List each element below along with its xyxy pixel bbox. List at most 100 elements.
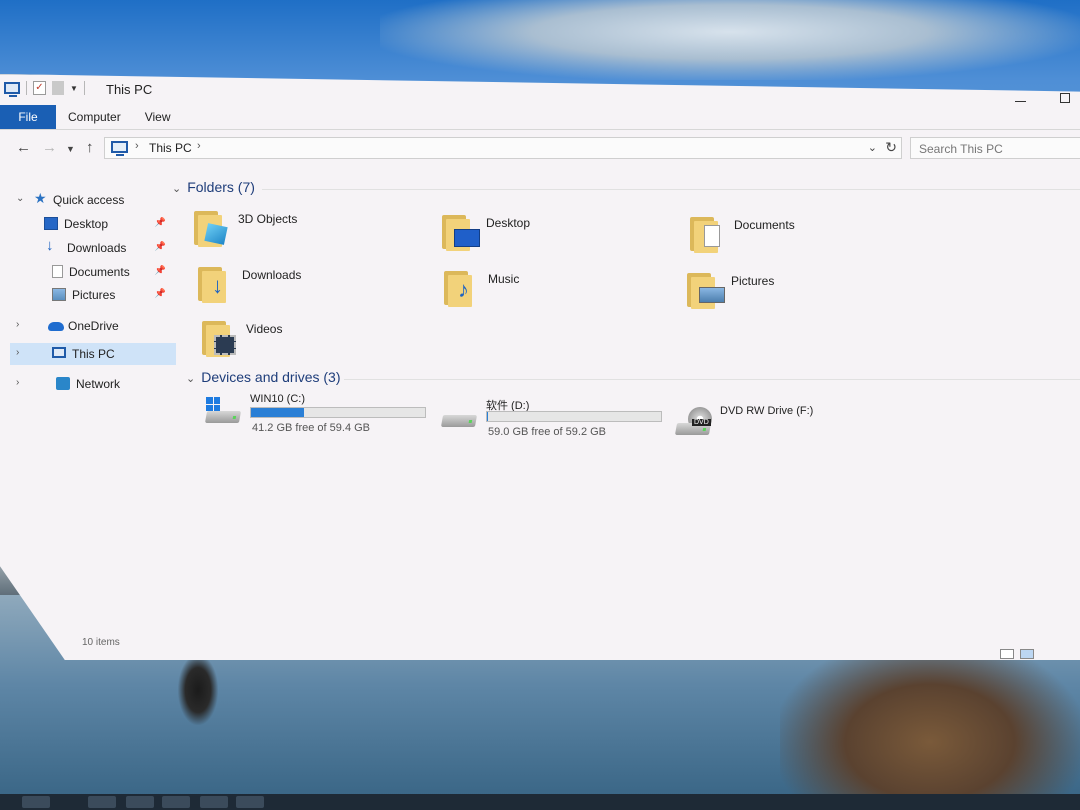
sidebar-item-label: Quick access xyxy=(53,193,125,207)
sidebar-item-downloads[interactable]: ↓ Downloads 📌 xyxy=(10,237,176,259)
pin-icon: 📌 xyxy=(154,265,166,275)
download-arrow-icon: ↓ xyxy=(198,265,230,303)
sidebar-item-label: Downloads xyxy=(67,241,127,255)
quick-access-toolbar: ✓ ▼ xyxy=(4,81,85,97)
folder-name: 3D Objects xyxy=(238,212,298,226)
drive-usage-bar xyxy=(250,407,426,418)
up-arrow-icon[interactable]: ↑ xyxy=(86,139,94,156)
recent-locations-chevron-down-icon[interactable]: ▼ xyxy=(66,144,75,154)
sidebar-item-pictures[interactable]: Pictures 📌 xyxy=(10,284,176,306)
window-controls xyxy=(1015,93,1070,103)
folders-section-title: Folders (7) xyxy=(187,179,255,195)
folder-name: Music xyxy=(488,272,520,286)
taskbar xyxy=(0,794,1080,810)
folder-name: Pictures xyxy=(731,274,775,288)
drive-item-f[interactable]: DVD DVD RW Drive (F:) xyxy=(674,405,854,449)
folder-item[interactable]: Videos xyxy=(202,319,422,367)
forward-arrow-icon[interactable]: → xyxy=(42,139,57,156)
sidebar-item-onedrive[interactable]: › OneDrive xyxy=(10,315,176,337)
chevron-right-icon[interactable]: › xyxy=(16,319,19,330)
taskbar-app-icon[interactable] xyxy=(126,796,154,808)
computer-icon xyxy=(4,82,20,97)
folder-item[interactable]: ♪ Music xyxy=(444,269,664,317)
properties-icon[interactable]: ✓ xyxy=(33,81,46,95)
drive-item-d[interactable]: 软件 (D:) 59.0 GB free of 59.2 GB xyxy=(440,397,670,441)
desktop-wallpaper-rock xyxy=(780,640,1080,810)
dvd-drive-icon: DVD xyxy=(674,407,712,439)
sidebar-item-label: Desktop xyxy=(64,217,109,231)
navigation-bar: ← → ▼ ↑ › This PC › ⌄ ↻ Search This PC xyxy=(0,135,1080,161)
new-folder-icon[interactable] xyxy=(52,81,64,95)
3d-objects-icon xyxy=(194,209,228,247)
drive-free-space: 41.2 GB free of 59.4 GB xyxy=(252,422,371,434)
refresh-icon[interactable]: ↻ xyxy=(885,139,897,156)
taskbar-app-icon[interactable] xyxy=(200,796,228,808)
star-icon: ★ xyxy=(34,190,47,206)
minimize-icon[interactable] xyxy=(1015,100,1026,102)
taskbar-app-icon[interactable] xyxy=(88,796,116,808)
hard-drive-icon xyxy=(440,405,478,431)
back-arrow-icon[interactable]: ← xyxy=(16,139,31,156)
folder-item[interactable]: Pictures xyxy=(687,271,907,319)
folders-section-header[interactable]: ⌄ Folders (7) xyxy=(172,179,255,195)
documents-icon xyxy=(690,215,722,253)
folder-item[interactable]: Desktop xyxy=(442,213,662,261)
tab-file[interactable]: File xyxy=(0,105,56,129)
film-icon xyxy=(202,319,236,357)
maximize-icon[interactable] xyxy=(1060,93,1070,103)
computer-icon xyxy=(111,141,128,156)
sidebar-item-label: Network xyxy=(76,377,121,391)
breadcrumb-this-pc[interactable]: This PC xyxy=(149,141,192,155)
tiles-view-icon[interactable] xyxy=(1020,649,1034,659)
breadcrumb-chevron-right-icon[interactable]: › xyxy=(197,140,201,152)
search-box[interactable]: Search This PC xyxy=(910,137,1080,159)
section-divider xyxy=(262,189,1080,190)
customize-toolbar-chevron-down-icon[interactable]: ▼ xyxy=(70,84,78,93)
view-switcher xyxy=(1000,649,1034,659)
desktop-icon xyxy=(442,213,480,251)
breadcrumb-chevron-right-icon[interactable]: › xyxy=(135,140,139,152)
taskbar-app-icon[interactable] xyxy=(236,796,264,808)
desktop-wallpaper-clouds xyxy=(380,0,1080,80)
chevron-down-icon[interactable]: ⌄ xyxy=(16,193,24,204)
section-divider xyxy=(344,379,1080,380)
sidebar-item-desktop[interactable]: Desktop 📌 xyxy=(10,213,176,235)
folder-name: Documents xyxy=(734,218,795,232)
taskbar-app-icon[interactable] xyxy=(22,796,50,808)
tab-view[interactable]: View xyxy=(133,105,183,129)
document-icon xyxy=(52,265,63,278)
desktop-icon xyxy=(44,217,58,230)
drive-item-c[interactable]: WIN10 (C:) 41.2 GB free of 59.4 GB xyxy=(204,393,434,437)
taskbar-app-icon[interactable] xyxy=(162,796,190,808)
sidebar-item-documents[interactable]: Documents 📌 xyxy=(10,261,176,283)
sidebar-item-label: This PC xyxy=(72,347,115,361)
pictures-icon xyxy=(52,288,66,301)
tab-computer[interactable]: Computer xyxy=(56,105,133,129)
details-view-icon[interactable] xyxy=(1000,649,1014,659)
sidebar-item-quick-access[interactable]: ⌄ ★ Quick access xyxy=(10,189,176,211)
address-history-chevron-down-icon[interactable]: ⌄ xyxy=(868,141,877,154)
folder-item[interactable]: ↓ Downloads xyxy=(198,265,418,313)
drives-section-header[interactable]: ⌄ Devices and drives (3) xyxy=(186,369,341,385)
chevron-down-icon[interactable]: ⌄ xyxy=(172,183,181,195)
sidebar-item-this-pc[interactable]: › This PC xyxy=(10,343,176,365)
desktop-wallpaper-figure xyxy=(178,655,218,725)
folder-item[interactable]: Documents xyxy=(690,215,910,263)
drive-name: WIN10 (C:) xyxy=(250,393,305,405)
chevron-right-icon[interactable]: › xyxy=(16,377,19,388)
pin-icon: 📌 xyxy=(154,288,166,298)
network-icon xyxy=(56,377,70,390)
drive-free-space: 59.0 GB free of 59.2 GB xyxy=(488,426,607,438)
folder-item[interactable]: 3D Objects xyxy=(194,209,414,257)
chevron-right-icon[interactable]: › xyxy=(16,347,19,358)
drive-usage-bar xyxy=(486,411,662,422)
folder-name: Videos xyxy=(246,322,283,336)
address-bar[interactable]: › This PC › ⌄ ↻ xyxy=(104,137,902,159)
toolbar-separator xyxy=(83,81,85,95)
download-arrow-icon: ↓ xyxy=(46,237,54,254)
computer-icon xyxy=(52,347,66,358)
cloud-icon xyxy=(48,322,64,331)
sidebar-item-network[interactable]: › Network xyxy=(10,373,176,395)
chevron-down-icon[interactable]: ⌄ xyxy=(186,373,195,385)
sidebar-item-label: OneDrive xyxy=(68,319,119,333)
